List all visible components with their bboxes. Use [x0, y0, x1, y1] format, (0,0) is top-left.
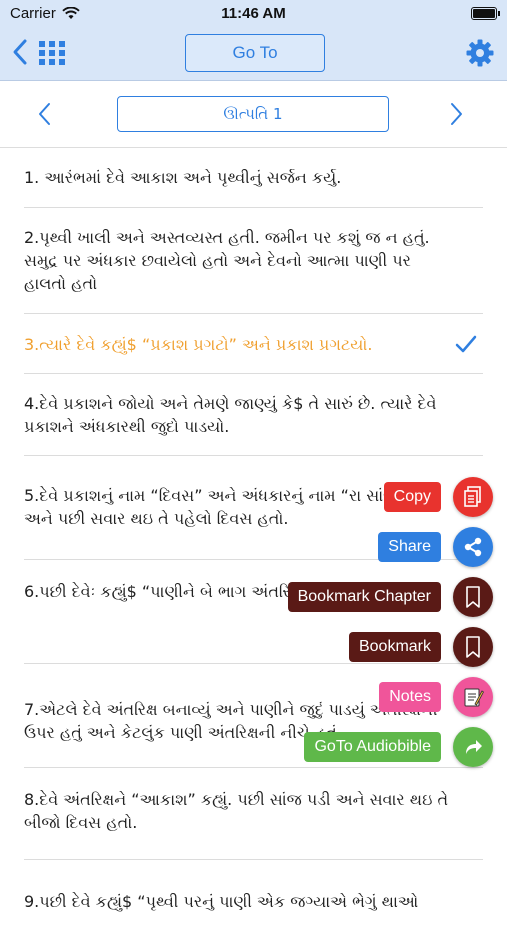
copy-icon — [464, 486, 481, 507]
chapter-navigation: ઊત્પતિ 1 — [0, 81, 507, 148]
notes-button[interactable] — [453, 677, 493, 717]
goto-audiobible-label[interactable]: GoTo Audiobible — [304, 732, 441, 762]
next-chapter-icon[interactable] — [447, 101, 465, 127]
verse-row[interactable]: 9.પછી દેવે કહ્યું$ “પૃથ્વી પરનું પાણી એક… — [24, 860, 483, 950]
verse-row[interactable]: 1. આરંભમાં દેવે આકાશ અને પૃથ્વીનું સર્જન… — [24, 148, 483, 208]
goto-audiobible-action: GoTo Audiobible — [304, 727, 493, 767]
bookmark-icon — [466, 586, 480, 608]
share-icon — [464, 537, 482, 557]
verse-text: 8.દેવે અંતરિક્ષને “આકાશ” કહ્યું. પછી સાં… — [24, 790, 449, 832]
verse-text: 9.પછી દેવે કહ્યું$ “પૃથ્વી પરનું પાણી એક… — [24, 892, 419, 911]
verse-row[interactable]: 4.દેવે પ્રકાશને જોયો અને તેમણે જાણ્યું ક… — [24, 374, 483, 456]
bookmark-icon — [466, 636, 480, 658]
gear-icon[interactable] — [465, 38, 495, 68]
previous-chapter-icon[interactable] — [36, 101, 54, 127]
back-chevron-icon[interactable] — [10, 38, 30, 66]
verse-text: 2.પૃથ્વી ખાલી અને અસ્તવ્યસ્ત હતી. જમીન પ… — [24, 228, 430, 293]
verse-text: 3.ત્યારે દેવે કહ્યું$ “પ્રકાશ પ્રગટો” અન… — [24, 335, 373, 354]
copy-action: Copy — [383, 477, 493, 517]
goto-button[interactable]: Go To — [185, 34, 325, 72]
top-toolbar: Go To — [0, 26, 507, 81]
grid-menu-icon[interactable] — [38, 40, 66, 66]
bookmark-chapter-label[interactable]: Bookmark Chapter — [287, 582, 441, 612]
status-bar: Carrier 11:46 AM — [0, 0, 507, 26]
status-time: 11:46 AM — [221, 5, 286, 22]
battery-icon — [471, 7, 500, 20]
verse-text: 4.દેવે પ્રકાશને જોયો અને તેમણે જાણ્યું ક… — [24, 394, 437, 436]
forward-arrow-icon — [466, 740, 482, 754]
chapter-selector[interactable]: ઊત્પતિ 1 — [117, 96, 389, 132]
notes-icon — [464, 688, 484, 707]
checkmark-icon — [455, 335, 477, 352]
copy-label[interactable]: Copy — [383, 482, 441, 512]
copy-button[interactable] — [453, 477, 493, 517]
share-button[interactable] — [453, 527, 493, 567]
goto-audiobible-button[interactable] — [453, 727, 493, 767]
bookmark-chapter-action: Bookmark Chapter — [287, 577, 493, 617]
verse-row[interactable]: 8.દેવે અંતરિક્ષને “આકાશ” કહ્યું. પછી સાં… — [24, 768, 483, 860]
verse-text: 1. આરંભમાં દેવે આકાશ અને પૃથ્વીનું સર્જન… — [24, 168, 342, 187]
verse-row-selected[interactable]: 3.ત્યારે દેવે કહ્યું$ “પ્રકાશ પ્રગટો” અન… — [24, 314, 483, 374]
notes-label[interactable]: Notes — [379, 682, 441, 712]
notes-action: Notes — [379, 677, 493, 717]
bookmark-action: Bookmark — [348, 627, 493, 667]
share-action: Share — [378, 527, 493, 567]
verse-row[interactable]: 2.પૃથ્વી ખાલી અને અસ્તવ્યસ્ત હતી. જમીન પ… — [24, 208, 483, 314]
bookmark-chapter-button[interactable] — [453, 577, 493, 617]
bookmark-button[interactable] — [453, 627, 493, 667]
bookmark-label[interactable]: Bookmark — [348, 632, 441, 662]
share-label[interactable]: Share — [378, 532, 441, 562]
